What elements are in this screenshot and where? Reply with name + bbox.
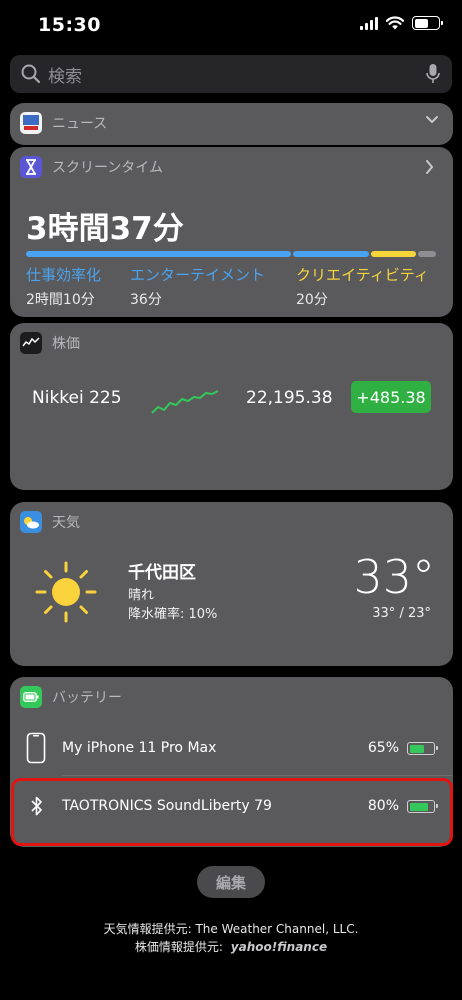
battery-title: バッテリー xyxy=(52,690,122,706)
hourglass-icon xyxy=(20,156,42,178)
usage-bar-segment xyxy=(26,251,291,257)
weather-condition: 晴れ xyxy=(128,588,155,603)
weather-widget[interactable]: 天気 千代田区 晴れ 降水確率: 10% 33° 33° / 23° xyxy=(10,502,453,666)
screentime-category: エンターテイメント 36分 xyxy=(130,264,265,309)
weather-temperature: 33° xyxy=(353,550,435,604)
screentime-widget[interactable]: スクリーンタイム 3時間37分 仕事効率化 2時間10分 エンターテイメント 3… xyxy=(10,147,453,317)
wifi-icon xyxy=(386,16,404,30)
yahoo-news-icon xyxy=(20,112,42,134)
iphone-icon xyxy=(26,732,46,764)
search-input[interactable]: 検索 xyxy=(48,62,82,87)
news-widget[interactable]: ニュース xyxy=(10,103,453,145)
stock-price: 22,195.38 xyxy=(246,388,333,408)
battery-app-icon xyxy=(20,686,42,708)
chevron-down-icon[interactable] xyxy=(425,115,439,125)
category-name: クリエイティビティ xyxy=(296,266,429,284)
news-title: ニュース xyxy=(52,116,108,132)
stock-credit-prefix: 株価情報提供元: xyxy=(134,940,223,954)
screentime-total: 3時間37分 xyxy=(26,211,184,247)
weather-app-icon xyxy=(20,511,42,533)
battery-divider xyxy=(62,775,453,776)
status-time: 15:30 xyxy=(38,14,101,36)
news-header[interactable]: ニュース xyxy=(10,103,453,143)
stocks-header: 株価 xyxy=(10,323,453,363)
screentime-header: スクリーンタイム xyxy=(10,147,453,187)
stocks-widget[interactable]: 株価 Nikkei 225 22,195.38 +485.38 xyxy=(10,323,453,490)
stock-name: Nikkei 225 xyxy=(32,388,122,408)
battery-device-name: My iPhone 11 Pro Max xyxy=(62,740,217,756)
screentime-category: クリエイティビティ 20分 xyxy=(296,264,446,309)
category-value: 2時間10分 xyxy=(26,292,95,308)
category-value: 20分 xyxy=(296,292,328,308)
highlight-box xyxy=(11,778,453,846)
screentime-category: 仕事効率化 2時間10分 xyxy=(26,264,101,309)
stocks-app-icon xyxy=(20,332,42,354)
screentime-title: スクリーンタイム xyxy=(52,160,164,176)
screentime-categories: 仕事効率化 2時間10分 エンターテイメント 36分 クリエイティビティ 20分 xyxy=(26,264,446,308)
weather-city: 千代田区 xyxy=(128,563,196,583)
sun-icon xyxy=(35,561,97,623)
chevron-right-icon[interactable] xyxy=(425,160,435,174)
weather-rain-chance: 降水確率: 10% xyxy=(128,607,218,622)
status-icons xyxy=(360,16,443,30)
category-name: 仕事効率化 xyxy=(26,266,102,284)
status-bar: 15:30 xyxy=(0,0,462,50)
microphone-icon[interactable] xyxy=(426,63,440,85)
screentime-usage-bar xyxy=(26,251,436,257)
search-bar[interactable]: 検索 xyxy=(10,55,452,93)
edit-button[interactable]: 編集 xyxy=(197,866,265,898)
usage-bar-segment-other xyxy=(417,251,436,257)
battery-device-row: My iPhone 11 Pro Max 65% xyxy=(10,719,453,777)
battery-header: バッテリー xyxy=(10,677,453,717)
weather-title: 天気 xyxy=(52,515,80,531)
weather-range: 33° / 23° xyxy=(372,606,431,621)
battery-level xyxy=(409,744,425,753)
battery-device-percent: 65% xyxy=(367,740,399,756)
stocks-title: 株価 xyxy=(52,336,80,352)
stock-credit: 株価情報提供元: yahoo!finance xyxy=(0,938,462,955)
battery-status-icon xyxy=(412,16,443,30)
weather-credit: 天気情報提供元: The Weather Channel, LLC. xyxy=(103,922,359,936)
stock-change-badge[interactable]: +485.38 xyxy=(351,381,431,413)
stock-sparkline xyxy=(151,390,219,414)
category-value: 36分 xyxy=(130,292,162,308)
usage-bar-segment xyxy=(292,251,370,257)
usage-bar-segment xyxy=(371,251,416,257)
device-battery-icon xyxy=(407,742,438,755)
cellular-signal-icon xyxy=(360,16,378,30)
category-name: エンターテイメント xyxy=(130,266,266,284)
yahoo-finance-logo: yahoo!finance xyxy=(230,940,328,954)
search-icon xyxy=(21,64,41,84)
weather-header: 天気 xyxy=(10,502,453,542)
